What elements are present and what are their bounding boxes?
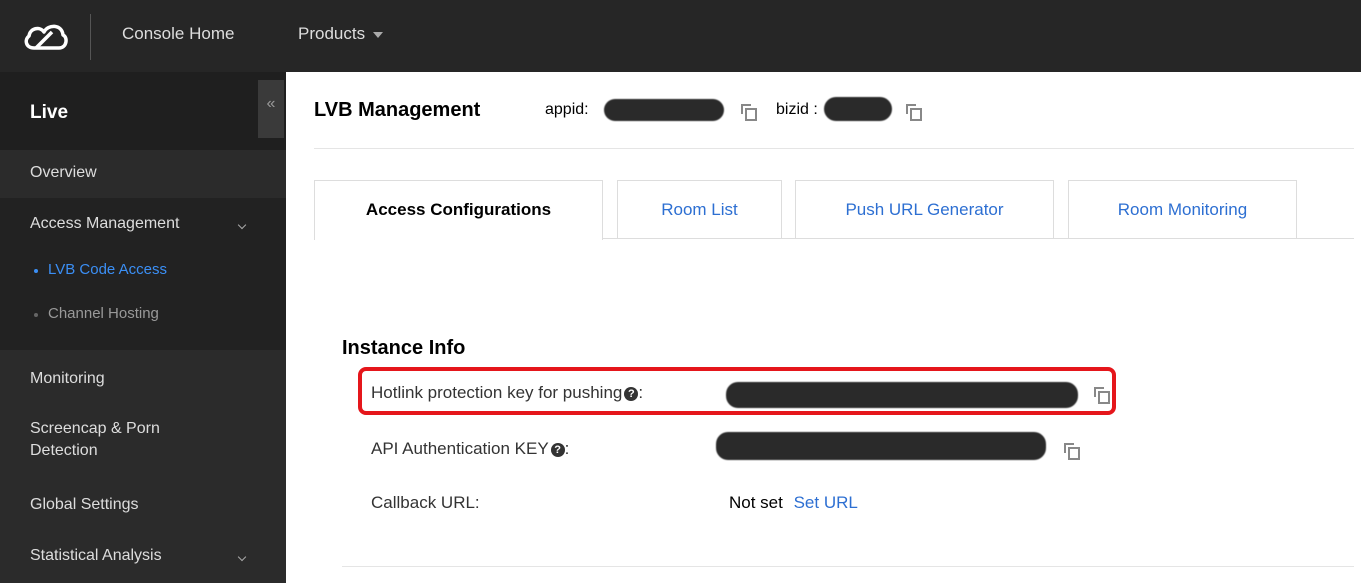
copy-icon[interactable] [1064, 443, 1080, 460]
section-divider [342, 566, 1354, 567]
row-label-text: Hotlink protection key for pushing [371, 383, 623, 402]
callback-value: Not set Set URL [729, 493, 858, 513]
copy-icon[interactable] [1094, 387, 1110, 404]
page-title: LVB Management [314, 99, 481, 121]
sidebar: Live « Overview Access Management LVB Co… [0, 72, 286, 583]
sidebar-item-screencap[interactable]: Screencap & Porn Detection [30, 418, 230, 462]
callback-status: Not set [729, 493, 783, 512]
sidebar-item-overview[interactable]: Overview [30, 164, 97, 182]
sidebar-item-channel-hosting[interactable]: Channel Hosting [48, 305, 159, 322]
chevron-down-icon [237, 552, 247, 562]
sidebar-header: Live [0, 72, 286, 150]
collapse-sidebar-button[interactable]: « [258, 80, 284, 138]
help-icon[interactable]: ? [624, 387, 639, 401]
tab-push-url-generator[interactable]: Push URL Generator [795, 180, 1054, 238]
bullet-icon [34, 313, 38, 317]
top-divider [90, 14, 91, 60]
hotlink-key-label: Hotlink protection key for pushing?: [371, 383, 643, 403]
redacted-api-key [716, 432, 1046, 460]
header-divider [314, 148, 1354, 149]
help-icon[interactable]: ? [550, 443, 565, 457]
copy-icon[interactable] [741, 104, 757, 121]
bizid-label: bizid : [776, 101, 818, 118]
sidebar-item-global-settings[interactable]: Global Settings [30, 496, 139, 514]
sidebar-item-monitoring[interactable]: Monitoring [30, 370, 105, 388]
section-title: Instance Info [342, 337, 466, 359]
redacted-appid [604, 99, 724, 121]
row-label-suffix: : [638, 383, 644, 402]
api-key-label: API Authentication KEY?: [371, 439, 569, 459]
redacted-hotlink-key [726, 382, 1078, 408]
tab-access-configurations[interactable]: Access Configurations [314, 180, 603, 240]
caret-down-icon [373, 31, 384, 38]
sidebar-title: Live [30, 102, 69, 123]
tab-room-list[interactable]: Room List [617, 180, 782, 238]
callback-url-label: Callback URL: [371, 493, 480, 512]
tab-room-monitoring[interactable]: Room Monitoring [1068, 180, 1297, 238]
products-label: Products [298, 24, 366, 43]
row-label-text: API Authentication KEY [371, 439, 549, 458]
appid-label: appid: [545, 101, 589, 118]
set-url-link[interactable]: Set URL [794, 493, 858, 512]
bullet-icon [34, 269, 38, 273]
sidebar-item-statistical-analysis[interactable]: Statistical Analysis [30, 547, 162, 565]
sidebar-item-label: Statistical Analysis [30, 547, 162, 564]
copy-icon[interactable] [906, 104, 922, 121]
products-menu[interactable]: Products [298, 24, 384, 44]
row-label-suffix: : [564, 439, 570, 458]
sidebar-item-access-management[interactable]: Access Management [30, 215, 179, 233]
cloud-logo-icon[interactable] [22, 18, 68, 54]
redacted-bizid [824, 97, 892, 121]
top-navigation-bar: Console Home Products [0, 0, 1361, 72]
sidebar-item-label: Access Management [30, 215, 180, 232]
console-home-link[interactable]: Console Home [122, 24, 234, 44]
sidebar-item-lvb-code-access[interactable]: LVB Code Access [48, 261, 167, 278]
